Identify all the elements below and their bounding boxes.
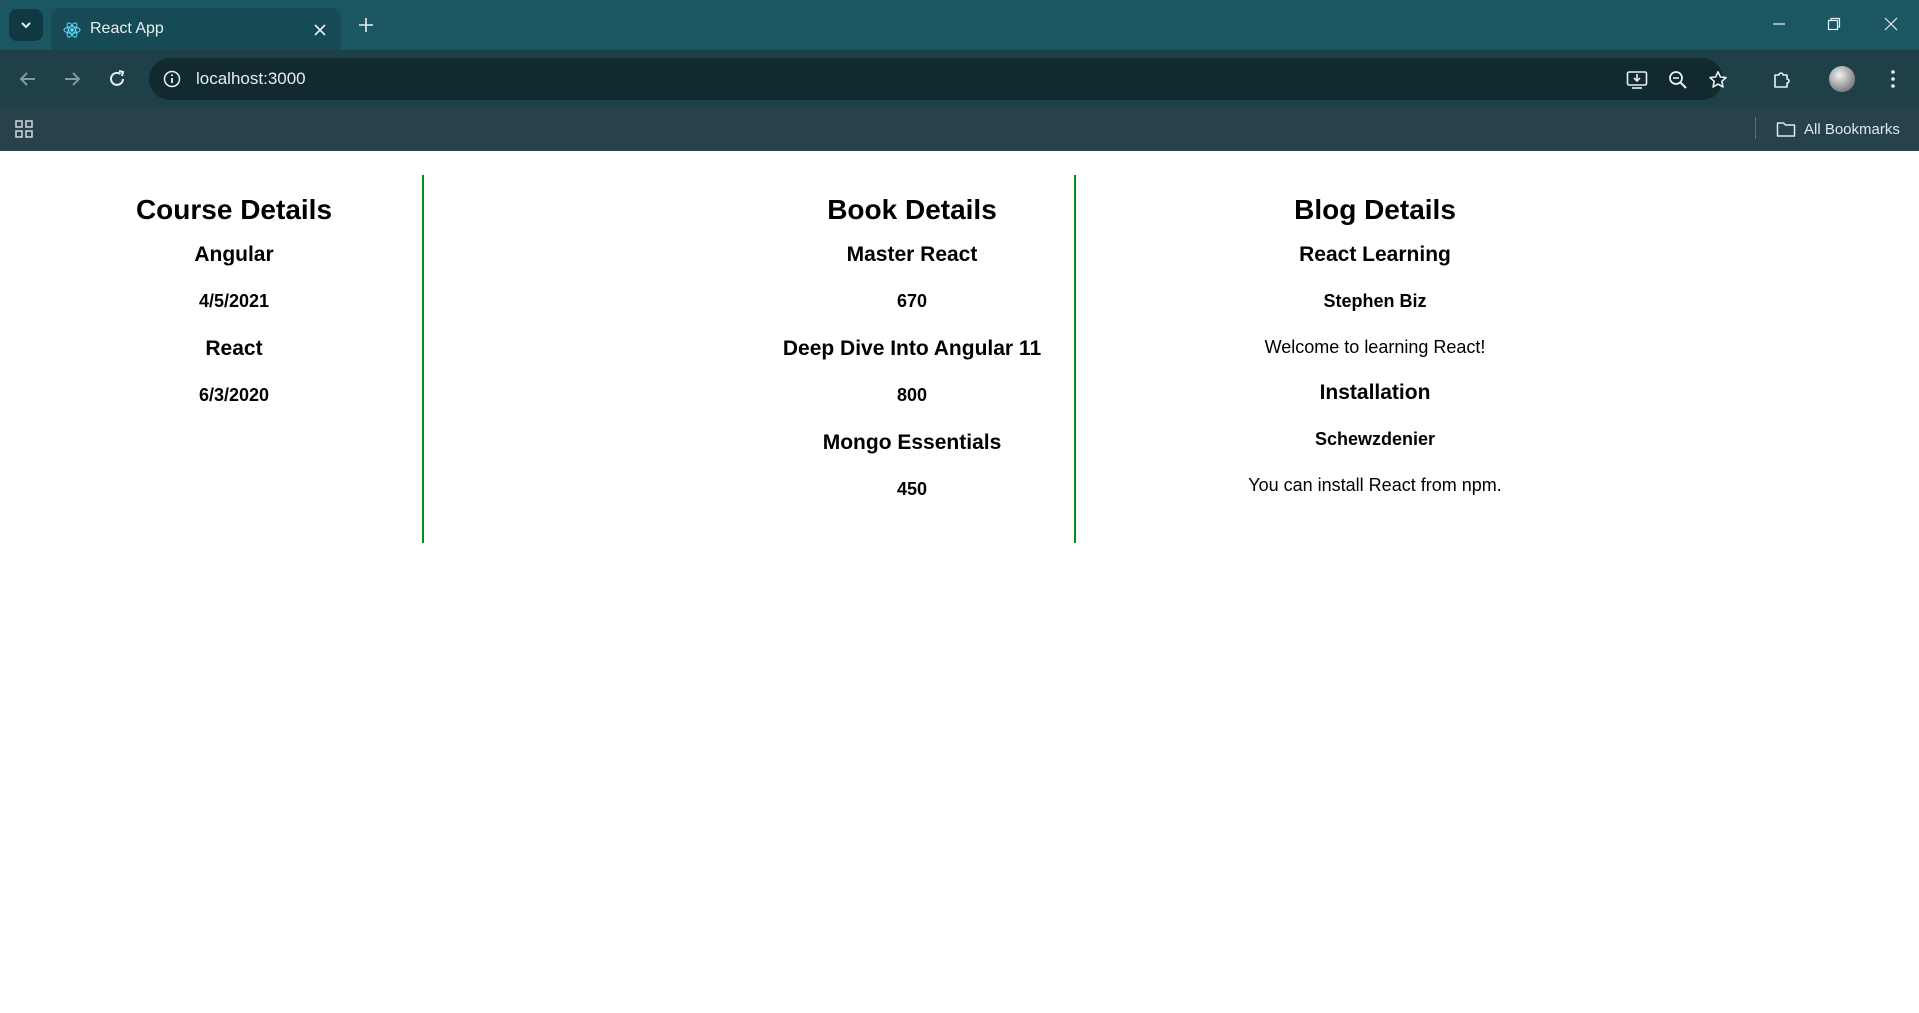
- reload-button[interactable]: [100, 62, 134, 96]
- install-app-button[interactable]: [1624, 67, 1650, 93]
- bookmark-star-button[interactable]: [1705, 67, 1731, 93]
- blog-author: Schewzdenier: [1314, 429, 1436, 449]
- blog-details-heading: Blog Details: [1294, 194, 1456, 225]
- puzzle-icon: [1774, 72, 1790, 88]
- avatar: [1829, 66, 1855, 92]
- close-icon: [314, 24, 326, 36]
- back-button[interactable]: [11, 62, 45, 96]
- star-icon: [1709, 71, 1727, 88]
- course-name: Angular: [194, 243, 274, 266]
- tab-close-button[interactable]: [309, 19, 331, 41]
- url-text: localhost:3000: [196, 69, 306, 88]
- blog-title: Installation: [1319, 381, 1431, 404]
- tab-search-button[interactable]: [9, 9, 43, 41]
- restore-icon: [1827, 17, 1841, 31]
- blog-content: You can install React from npm.: [1248, 475, 1502, 495]
- profile-button[interactable]: [1825, 62, 1859, 96]
- site-info-button[interactable]: [161, 68, 183, 90]
- apps-button[interactable]: [12, 117, 36, 141]
- tab-strip: React App: [0, 0, 1919, 50]
- page-content: Course Details Angular 4/5/2021 React 6/…: [0, 151, 1919, 1013]
- folder-icon: [1776, 122, 1796, 137]
- bookmarks-bar: All Bookmarks: [0, 107, 1919, 151]
- minimize-icon: [1773, 23, 1785, 25]
- apps-grid-icon: [15, 120, 33, 138]
- blog-content: Welcome to learning React!: [1264, 337, 1486, 357]
- blog-item: Installation Schewzdenier You can instal…: [975, 379, 1775, 497]
- browser-toolbar: localhost:3000: [0, 50, 1919, 107]
- extensions-button[interactable]: [1765, 62, 1799, 96]
- reload-icon: [110, 70, 125, 86]
- arrow-right-icon: [65, 72, 81, 86]
- course-item: React 6/3/2020: [112, 335, 356, 407]
- close-window-button[interactable]: [1869, 8, 1913, 40]
- install-icon: [1626, 71, 1648, 89]
- new-tab-button[interactable]: [353, 12, 379, 38]
- course-date: 4/5/2021: [198, 291, 270, 311]
- course-details-heading: Course Details: [135, 194, 333, 225]
- restore-button[interactable]: [1812, 8, 1856, 40]
- minimize-button[interactable]: [1757, 8, 1801, 40]
- all-bookmarks-button[interactable]: All Bookmarks: [1776, 117, 1900, 141]
- tab-title: React App: [90, 20, 164, 37]
- address-bar[interactable]: localhost:3000: [149, 58, 1727, 100]
- forward-button[interactable]: [55, 62, 89, 96]
- zoom-button[interactable]: [1665, 67, 1691, 93]
- plus-icon: [359, 18, 373, 32]
- react-logo-icon: [63, 22, 81, 38]
- more-vertical-icon: [1891, 70, 1895, 88]
- bookmarks-separator: [1755, 117, 1756, 139]
- zoom-out-icon: [1669, 71, 1687, 89]
- tab-react-app[interactable]: React App: [51, 8, 341, 50]
- menu-button[interactable]: [1876, 62, 1910, 96]
- blog-title: React Learning: [1299, 243, 1451, 266]
- blog-author: Stephen Biz: [1323, 291, 1427, 311]
- course-details-section: Course Details Angular 4/5/2021 React 6/…: [136, 175, 424, 543]
- course-name: React: [205, 337, 263, 360]
- close-icon: [1884, 17, 1898, 31]
- course-date: 6/3/2020: [198, 385, 270, 405]
- course-item: Angular 4/5/2021: [112, 241, 356, 313]
- chevron-down-icon: [21, 22, 31, 29]
- all-bookmarks-label: All Bookmarks: [1804, 120, 1900, 138]
- info-icon: [163, 70, 181, 88]
- blog-item: React Learning Stephen Biz Welcome to le…: [975, 241, 1775, 359]
- arrow-left-icon: [19, 72, 35, 86]
